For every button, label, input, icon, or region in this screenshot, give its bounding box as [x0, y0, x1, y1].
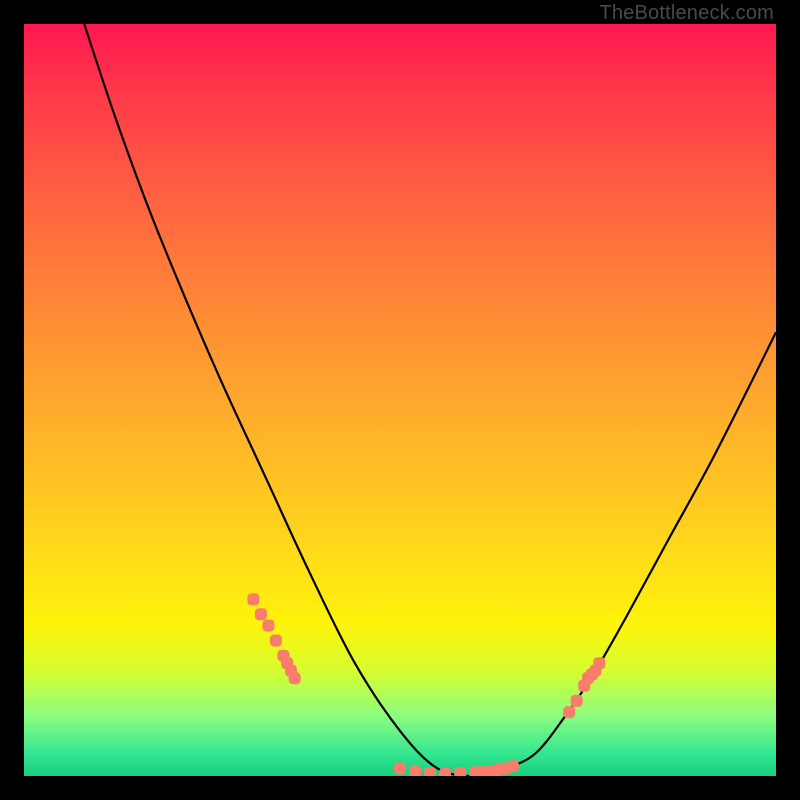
plot-gradient-bg — [24, 24, 776, 776]
plot-frame — [24, 24, 776, 776]
watermark-text: TheBottleneck.com — [599, 2, 774, 25]
